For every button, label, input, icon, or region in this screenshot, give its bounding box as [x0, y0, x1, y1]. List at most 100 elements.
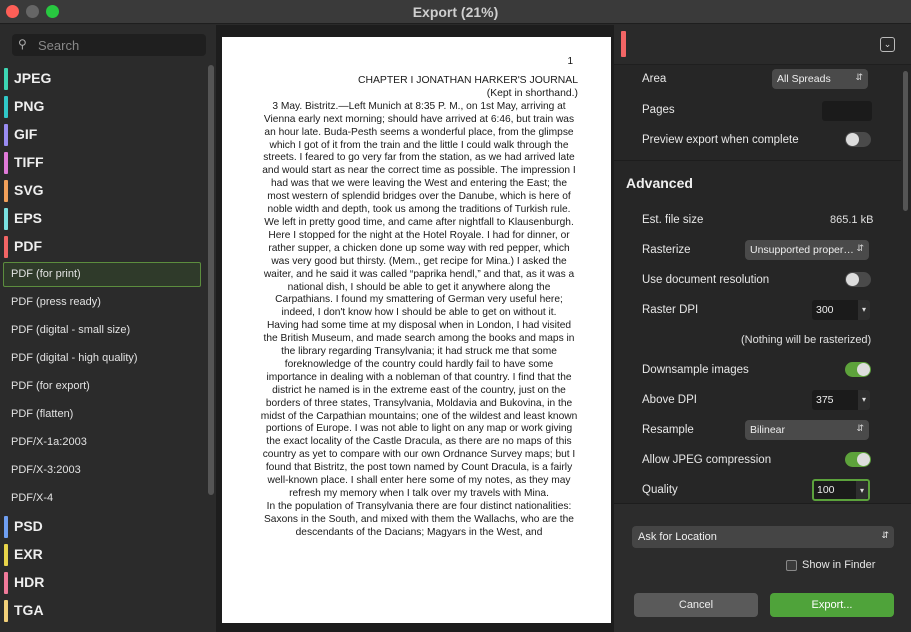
window-title: Export (21%)	[412, 4, 499, 20]
show-in-finder-checkbox[interactable]	[786, 560, 797, 571]
format-label: TGA	[14, 602, 44, 618]
format-label: HDR	[14, 574, 45, 590]
above-dpi-value: 375	[816, 394, 834, 406]
area-value: All Spreads	[777, 73, 831, 85]
chapter-heading: CHAPTER I JONATHAN HARKER'S JOURNAL	[357, 75, 578, 86]
preset-pdf-x1a[interactable]: PDF/X-1a:2003	[0, 429, 206, 457]
toggle-knob	[857, 453, 870, 466]
format-color-bar	[4, 68, 8, 90]
toggle-knob	[857, 363, 870, 376]
filesize-label: Est. file size	[642, 214, 704, 226]
dpi-label: Raster DPI	[642, 304, 699, 316]
jpeg-compression-toggle[interactable]	[845, 452, 871, 467]
area-select[interactable]: All Spreads ⇵	[772, 69, 868, 89]
format-color-bar	[4, 96, 8, 118]
chevron-down-icon[interactable]: ▾	[858, 390, 870, 410]
preset-label: PDF (flatten)	[11, 408, 74, 420]
format-exr[interactable]: EXR	[0, 541, 206, 569]
format-hdr[interactable]: HDR	[0, 569, 206, 597]
docres-toggle[interactable]	[845, 272, 871, 287]
settings-scrollbar[interactable]	[903, 71, 908, 211]
sidebar-scrollbar[interactable]	[208, 65, 214, 495]
preview-export-toggle[interactable]	[845, 132, 871, 147]
format-png[interactable]: PNG	[0, 93, 206, 121]
paragraph: Having had some time at my disposal when…	[260, 320, 578, 499]
preset-pdf-digital-small[interactable]: PDF (digital - small size)	[0, 317, 206, 345]
format-sidebar: ⚲ JPEG PNG GIF TIFF SVG EPS PDF PDF (for…	[0, 25, 216, 632]
resample-value: Bilinear	[750, 424, 786, 436]
page-text: CHAPTER I JONATHAN HARKER'S JOURNAL (Kep…	[260, 75, 578, 540]
preset-pdf-flatten[interactable]: PDF (flatten)	[0, 401, 206, 429]
preset-label: PDF (digital - small size)	[11, 324, 131, 336]
preset-label: PDF (digital - high quality)	[11, 352, 138, 364]
preset-label: PDF/X-4	[11, 492, 54, 504]
above-dpi-label: Above DPI	[642, 394, 697, 406]
format-psd[interactable]: PSD	[0, 513, 206, 541]
preset-pdf-for-print[interactable]: PDF (for print)	[0, 261, 206, 289]
preset-label: PDF (press ready)	[11, 296, 101, 308]
docres-label: Use document resolution	[642, 274, 770, 286]
format-label: PSD	[14, 518, 43, 534]
resample-select[interactable]: Bilinear ⇵	[745, 420, 869, 440]
chevron-down-icon[interactable]: ▾	[856, 481, 868, 499]
preset-pdf-x3[interactable]: PDF/X-3:2003	[0, 457, 206, 485]
downsample-label: Downsample images	[642, 364, 749, 376]
raster-note: (Nothing will be rasterized)	[741, 334, 872, 346]
dpi-input[interactable]: 300 ▾	[812, 300, 870, 320]
area-label: Area	[642, 73, 667, 85]
quality-input[interactable]: 100 ▾	[812, 479, 870, 501]
paragraph: 3 May. Bistritz.—Left Munich at 8:35 P. …	[262, 100, 576, 216]
format-color-bar	[4, 572, 8, 594]
pages-input[interactable]	[822, 101, 872, 121]
chevron-down-icon[interactable]: ⌄	[880, 37, 895, 52]
updown-icon: ⇵	[855, 72, 863, 82]
preset-pdf-press-ready[interactable]: PDF (press ready)	[0, 289, 206, 317]
format-accent-bar	[621, 31, 626, 57]
rasterize-value: Unsupported proper…	[750, 244, 854, 256]
preset-pdf-x4[interactable]: PDF/X-4	[0, 485, 206, 513]
format-label: JPEG	[14, 70, 52, 86]
format-color-bar	[4, 180, 8, 202]
format-tiff[interactable]: TIFF	[0, 149, 206, 177]
title-bar: Export (21%)	[0, 0, 911, 24]
format-label: SVG	[14, 182, 44, 198]
format-gif[interactable]: GIF	[0, 121, 206, 149]
format-color-bar	[4, 236, 8, 258]
downsample-toggle[interactable]	[845, 362, 871, 377]
format-label: EXR	[14, 546, 43, 562]
pages-label: Pages	[642, 104, 675, 116]
above-dpi-input[interactable]: 375 ▾	[812, 390, 870, 410]
search-box[interactable]: ⚲	[12, 34, 206, 56]
show-in-finder-label: Show in Finder	[802, 559, 876, 571]
preset-pdf-for-export[interactable]: PDF (for export)	[0, 373, 206, 401]
updown-icon: ⇵	[881, 530, 889, 540]
format-svg[interactable]: SVG	[0, 177, 206, 205]
format-eps[interactable]: EPS	[0, 205, 206, 233]
format-color-bar	[4, 544, 8, 566]
preset-pdf-digital-high[interactable]: PDF (digital - high quality)	[0, 345, 206, 373]
filesize-value: 865.1 kB	[830, 214, 874, 226]
search-input[interactable]	[38, 36, 198, 54]
format-pdf[interactable]: PDF	[0, 233, 206, 261]
jpeg-compression-label: Allow JPEG compression	[642, 454, 772, 466]
preset-label: PDF (for print)	[11, 268, 81, 280]
dpi-value: 300	[816, 304, 834, 316]
format-jpeg[interactable]: JPEG	[0, 65, 206, 93]
cancel-button[interactable]: Cancel	[634, 593, 758, 617]
chevron-down-icon[interactable]: ▾	[858, 300, 870, 320]
format-tga[interactable]: TGA	[0, 597, 206, 625]
quality-label: Quality	[642, 484, 678, 496]
chapter-subheading: (Kept in shorthand.)	[486, 87, 578, 99]
updown-icon: ⇵	[856, 423, 864, 433]
format-label: EPS	[14, 210, 43, 226]
preview-export-label: Preview export when complete	[642, 134, 799, 146]
format-color-bar	[4, 516, 8, 538]
export-button[interactable]: Export...	[770, 593, 894, 617]
format-label: PDF	[14, 238, 42, 254]
page-number: 1	[567, 56, 573, 67]
export-footer: Ask for Location ⇵ Show in Finder Cancel …	[614, 503, 911, 632]
location-select[interactable]: Ask for Location ⇵	[632, 526, 894, 548]
rasterize-select[interactable]: Unsupported proper… ⇵	[745, 240, 869, 260]
panel-header: ⌄	[614, 25, 911, 65]
preset-label: PDF (for export)	[11, 380, 90, 392]
